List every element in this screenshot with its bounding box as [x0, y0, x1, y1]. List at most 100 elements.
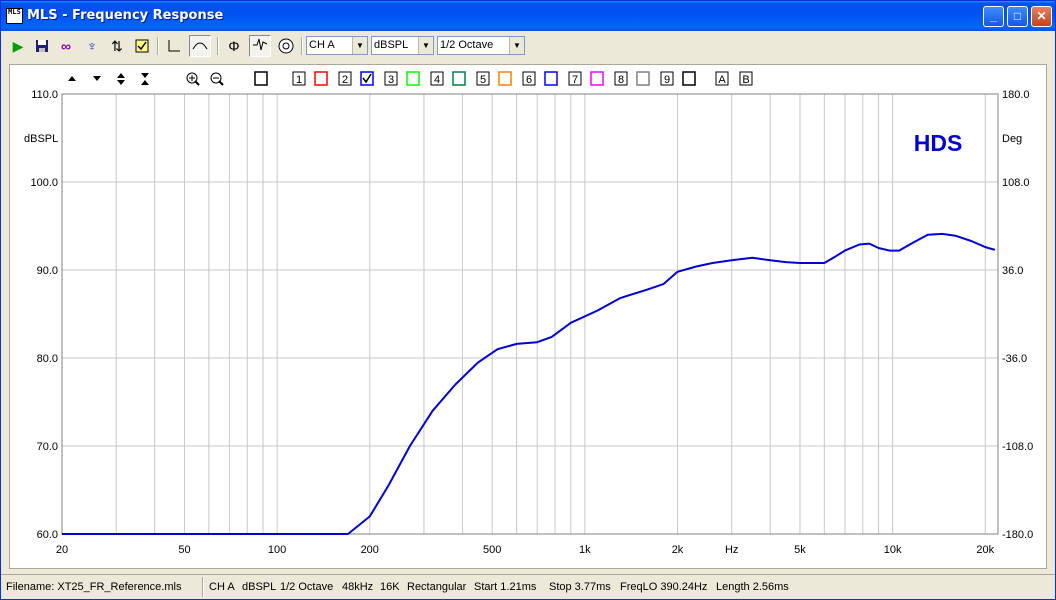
window-title: MLS - Frequency Response — [27, 8, 224, 23]
units-select[interactable]: dBSPL ▼ — [371, 36, 434, 55]
chevron-down-icon[interactable]: ▼ — [418, 37, 433, 54]
plot-canvas[interactable]: 60.0 70.0 80.0 90.0 100.0 110.0 -180.0 -108.0 -3… — [10, 65, 1046, 568]
trace-5-button[interactable]: 5 — [476, 71, 512, 86]
save-icon[interactable] — [31, 35, 53, 57]
impulse-icon[interactable] — [249, 35, 271, 57]
status-stop: Stop 3.77ms — [549, 581, 611, 593]
overlay-label: A — [718, 74, 726, 86]
trace-number-label: 2 — [342, 74, 348, 86]
trace-number-label: 9 — [664, 74, 670, 86]
x-tick-label: 5k — [794, 544, 806, 556]
status-freqlo: FreqLO 390.24Hz — [620, 581, 708, 593]
trace-number-label: 5 — [480, 74, 486, 86]
toolbar-separator — [157, 37, 159, 55]
maximize-button[interactable]: □ — [1007, 6, 1028, 27]
channel-select[interactable]: CH A ▼ — [306, 36, 368, 55]
zoom-in-icon[interactable] — [186, 72, 200, 86]
overlay-b-button[interactable]: B — [739, 71, 753, 86]
trace-number-label: 4 — [434, 74, 440, 86]
y-tick-label: 60.0 — [37, 529, 58, 541]
scroll-up-icon[interactable] — [68, 76, 76, 81]
chevron-down-icon[interactable]: ▼ — [352, 37, 367, 54]
x-tick-label: 100 — [268, 544, 286, 556]
y-tick-label: 90.0 — [37, 265, 58, 277]
y2-axis-unit: Deg — [1002, 133, 1022, 145]
trace-6-button[interactable]: 6 — [522, 71, 558, 86]
app-icon-text: MLS — [8, 8, 21, 16]
status-start: Start 1.21ms — [474, 581, 537, 593]
y-tick-label: 80.0 — [37, 353, 58, 365]
loop-icon[interactable]: ∞ — [55, 35, 77, 57]
status-channel: CH A — [209, 581, 235, 593]
trace-7-button[interactable]: 7 — [568, 71, 604, 86]
x-tick-label: 50 — [178, 544, 190, 556]
y-tick-label: 100.0 — [30, 177, 58, 189]
mls-app-icon[interactable]: MLS — [6, 8, 23, 24]
x-tick-label: 1k — [579, 544, 591, 556]
x-tick-label: 200 — [361, 544, 379, 556]
status-sample-rate: 48kHz — [342, 581, 374, 593]
target-icon[interactable] — [275, 35, 297, 57]
trace-8-button[interactable]: 8 — [614, 71, 650, 86]
frame-toggle-icon[interactable] — [254, 71, 268, 86]
compress-y-icon[interactable] — [141, 73, 149, 85]
y2-tick-label: -108.0 — [1002, 441, 1033, 453]
y2-tick-label: -36.0 — [1002, 353, 1027, 365]
status-units: dBSPL — [242, 581, 277, 593]
checklist-icon[interactable] — [131, 35, 153, 57]
scroll-down-icon[interactable] — [93, 76, 101, 81]
status-bar: Filename: XT25_FR_Reference.mls CH A dBS… — [1, 574, 1055, 599]
trace-number-label: 8 — [618, 74, 624, 86]
probe-icon[interactable]: ♆ — [81, 35, 103, 57]
smoothing-select[interactable]: 1/2 Octave ▼ — [437, 36, 525, 55]
y-axis-unit: dBSPL — [24, 133, 58, 145]
frequency-response-curve — [62, 232, 996, 535]
y2-tick-label: -180.0 — [1002, 529, 1033, 541]
plot-frame — [61, 93, 999, 535]
x-tick-label: 20 — [56, 544, 68, 556]
status-filename: Filename: XT25_FR_Reference.mls — [6, 581, 182, 593]
trace-4-button[interactable]: 4 — [430, 71, 466, 86]
marker-icon[interactable]: ⇅ — [106, 35, 128, 57]
y-tick-label: 110.0 — [31, 89, 58, 101]
smoothing-value: 1/2 Octave — [440, 39, 494, 51]
hds-watermark: HDS — [914, 130, 963, 156]
phase-icon[interactable]: Φ — [223, 35, 245, 57]
toolbar: ▶ ∞ ♆ ⇅ Φ CH A ▼ dBSPL ▼ 1/2 Octave ▼ — [3, 32, 1053, 60]
chevron-down-icon[interactable]: ▼ — [509, 37, 524, 54]
status-separator — [202, 577, 204, 597]
y2-tick-label: 108.0 — [1002, 177, 1030, 189]
y2-tick-label: 36.0 — [1002, 265, 1023, 277]
close-button[interactable]: ✕ — [1031, 6, 1052, 27]
play-icon[interactable]: ▶ — [7, 35, 29, 57]
x-tick-label: 500 — [483, 544, 501, 556]
lin-axis-icon[interactable] — [163, 35, 185, 57]
minimize-button[interactable]: _ — [983, 6, 1004, 27]
status-length-ms: Length 2.56ms — [716, 581, 789, 593]
units-value: dBSPL — [374, 39, 409, 51]
expand-y-icon[interactable] — [117, 73, 125, 85]
trace-3-button[interactable]: 3 — [384, 71, 420, 86]
status-window: Rectangular — [407, 581, 467, 593]
trace-number-label: 1 — [296, 74, 302, 86]
application-window: MLS MLS - Frequency Response _ □ ✕ ▶ ∞ ♆… — [0, 0, 1056, 600]
trace-number-label: 7 — [572, 74, 578, 86]
toolbar-separator — [217, 37, 219, 55]
frequency-response-plot[interactable]: 60.0 70.0 80.0 90.0 100.0 110.0 -180.0 -108.0 -3… — [9, 64, 1047, 569]
overlay-label: B — [742, 74, 749, 86]
zoom-out-icon[interactable] — [210, 72, 224, 86]
smooth-icon[interactable] — [189, 35, 211, 57]
overlay-a-button[interactable]: A — [715, 71, 729, 86]
title-bar[interactable]: MLS MLS - Frequency Response _ □ ✕ — [1, 1, 1055, 31]
x-tick-label: 10k — [884, 544, 902, 556]
y-tick-label: 70.0 — [37, 441, 58, 453]
trace-1-button[interactable]: 1 — [292, 71, 328, 86]
x-tick-label: 20k — [976, 544, 994, 556]
status-smoothing: 1/2 Octave — [280, 581, 334, 593]
status-length-points: 16K — [380, 581, 400, 593]
trace-number-label: 3 — [388, 74, 394, 86]
trace-9-button[interactable]: 9 — [660, 71, 696, 86]
trace-2-button[interactable]: 2 — [338, 71, 374, 86]
y2-tick-label: 180.0 — [1002, 89, 1030, 101]
x-tick-label: 2k — [672, 544, 684, 556]
